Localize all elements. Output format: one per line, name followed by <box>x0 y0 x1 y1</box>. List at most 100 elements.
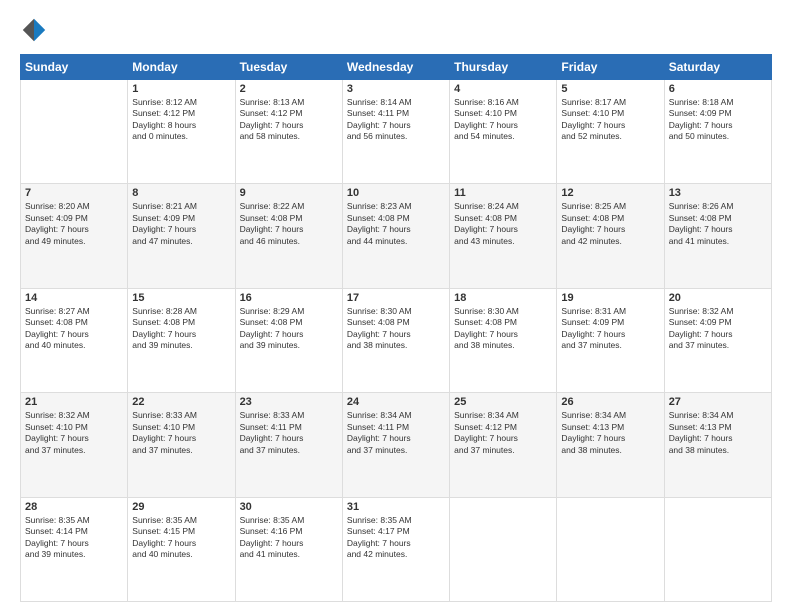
calendar-cell: 28 Sunrise: 8:35 AMSunset: 4:14 PMDayligh… <box>21 497 128 601</box>
logo-icon <box>20 16 48 44</box>
calendar-col-header: Sunday <box>21 55 128 80</box>
day-info: Sunrise: 8:32 AMSunset: 4:10 PMDaylight:… <box>25 410 123 456</box>
day-number: 2 <box>240 83 338 95</box>
day-info: Sunrise: 8:25 AMSunset: 4:08 PMDaylight:… <box>561 201 659 247</box>
day-number: 28 <box>25 501 123 513</box>
day-number: 22 <box>132 396 230 408</box>
day-info: Sunrise: 8:34 AMSunset: 4:13 PMDaylight:… <box>561 410 659 456</box>
day-number: 17 <box>347 292 445 304</box>
day-number: 7 <box>25 187 123 199</box>
day-info: Sunrise: 8:32 AMSunset: 4:09 PMDaylight:… <box>669 306 767 352</box>
calendar-header-row: SundayMondayTuesdayWednesdayThursdayFrid… <box>21 55 772 80</box>
calendar-cell: 4Sunrise: 8:16 AMSunset: 4:10 PMDaylight… <box>450 80 557 184</box>
calendar-cell: 27 Sunrise: 8:34 AMSunset: 4:13 PMDayligh… <box>664 393 771 497</box>
calendar-week-row: 21 Sunrise: 8:32 AMSunset: 4:10 PMDayligh… <box>21 393 772 497</box>
day-info: Sunrise: 8:33 AMSunset: 4:11 PMDaylight:… <box>240 410 338 456</box>
page: SundayMondayTuesdayWednesdayThursdayFrid… <box>0 0 792 612</box>
day-number: 4 <box>454 83 552 95</box>
day-number: 11 <box>454 187 552 199</box>
day-info: Sunrise: 8:31 AMSunset: 4:09 PMDaylight:… <box>561 306 659 352</box>
day-info: Sunrise: 8:34 AMSunset: 4:13 PMDaylight:… <box>669 410 767 456</box>
day-number: 12 <box>561 187 659 199</box>
calendar-cell: 25 Sunrise: 8:34 AMSunset: 4:12 PMDayligh… <box>450 393 557 497</box>
day-number: 30 <box>240 501 338 513</box>
day-info: Sunrise: 8:35 AMSunset: 4:16 PMDaylight:… <box>240 515 338 561</box>
calendar-cell: 20Sunrise: 8:32 AMSunset: 4:09 PMDayligh… <box>664 288 771 392</box>
calendar-cell: 15Sunrise: 8:28 AMSunset: 4:08 PMDayligh… <box>128 288 235 392</box>
day-info: Sunrise: 8:34 AMSunset: 4:12 PMDaylight:… <box>454 410 552 456</box>
calendar-cell: 16 Sunrise: 8:29 AMSunset: 4:08 PMDayligh… <box>235 288 342 392</box>
day-number: 29 <box>132 501 230 513</box>
calendar-cell: 12 Sunrise: 8:25 AMSunset: 4:08 PMDayligh… <box>557 184 664 288</box>
day-info: Sunrise: 8:13 AMSunset: 4:12 PMDaylight:… <box>240 97 338 143</box>
day-info: Sunrise: 8:30 AMSunset: 4:08 PMDaylight:… <box>454 306 552 352</box>
calendar-table: SundayMondayTuesdayWednesdayThursdayFrid… <box>20 54 772 602</box>
calendar-cell: 7 Sunrise: 8:20 AMSunset: 4:09 PMDaylight… <box>21 184 128 288</box>
calendar-cell: 2 Sunrise: 8:13 AMSunset: 4:12 PMDaylight… <box>235 80 342 184</box>
day-info: Sunrise: 8:18 AMSunset: 4:09 PMDaylight:… <box>669 97 767 143</box>
day-number: 21 <box>25 396 123 408</box>
day-info: Sunrise: 8:30 AMSunset: 4:08 PMDaylight:… <box>347 306 445 352</box>
day-info: Sunrise: 8:35 AMSunset: 4:17 PMDaylight:… <box>347 515 445 561</box>
day-number: 25 <box>454 396 552 408</box>
calendar-cell: 30 Sunrise: 8:35 AMSunset: 4:16 PMDayligh… <box>235 497 342 601</box>
day-number: 9 <box>240 187 338 199</box>
day-number: 5 <box>561 83 659 95</box>
day-info: Sunrise: 8:35 AMSunset: 4:15 PMDaylight:… <box>132 515 230 561</box>
day-number: 31 <box>347 501 445 513</box>
day-number: 3 <box>347 83 445 95</box>
calendar-week-row: 28 Sunrise: 8:35 AMSunset: 4:14 PMDayligh… <box>21 497 772 601</box>
day-info: Sunrise: 8:21 AMSunset: 4:09 PMDaylight:… <box>132 201 230 247</box>
calendar-cell: 3Sunrise: 8:14 AMSunset: 4:11 PMDaylight… <box>342 80 449 184</box>
day-info: Sunrise: 8:24 AMSunset: 4:08 PMDaylight:… <box>454 201 552 247</box>
calendar-cell <box>450 497 557 601</box>
calendar-cell <box>557 497 664 601</box>
calendar-col-header: Wednesday <box>342 55 449 80</box>
day-info: Sunrise: 8:20 AMSunset: 4:09 PMDaylight:… <box>25 201 123 247</box>
calendar-col-header: Friday <box>557 55 664 80</box>
calendar-cell: 29 Sunrise: 8:35 AMSunset: 4:15 PMDayligh… <box>128 497 235 601</box>
day-number: 6 <box>669 83 767 95</box>
calendar-col-header: Monday <box>128 55 235 80</box>
day-number: 14 <box>25 292 123 304</box>
calendar-cell: 18 Sunrise: 8:30 AMSunset: 4:08 PMDayligh… <box>450 288 557 392</box>
calendar-cell: 26 Sunrise: 8:34 AMSunset: 4:13 PMDayligh… <box>557 393 664 497</box>
calendar-cell: 6 Sunrise: 8:18 AMSunset: 4:09 PMDaylight… <box>664 80 771 184</box>
day-number: 18 <box>454 292 552 304</box>
day-info: Sunrise: 8:23 AMSunset: 4:08 PMDaylight:… <box>347 201 445 247</box>
calendar-cell: 8 Sunrise: 8:21 AMSunset: 4:09 PMDaylight… <box>128 184 235 288</box>
day-number: 13 <box>669 187 767 199</box>
calendar-cell: 24Sunrise: 8:34 AMSunset: 4:11 PMDayligh… <box>342 393 449 497</box>
day-number: 23 <box>240 396 338 408</box>
logo <box>20 16 52 44</box>
day-number: 26 <box>561 396 659 408</box>
day-number: 16 <box>240 292 338 304</box>
calendar-week-row: 14 Sunrise: 8:27 AMSunset: 4:08 PMDayligh… <box>21 288 772 392</box>
day-info: Sunrise: 8:29 AMSunset: 4:08 PMDaylight:… <box>240 306 338 352</box>
calendar-cell: 5Sunrise: 8:17 AMSunset: 4:10 PMDaylight… <box>557 80 664 184</box>
calendar-cell: 21 Sunrise: 8:32 AMSunset: 4:10 PMDayligh… <box>21 393 128 497</box>
calendar-cell: 19Sunrise: 8:31 AMSunset: 4:09 PMDayligh… <box>557 288 664 392</box>
calendar-col-header: Thursday <box>450 55 557 80</box>
day-info: Sunrise: 8:12 AMSunset: 4:12 PMDaylight:… <box>132 97 230 143</box>
calendar-cell: 13 Sunrise: 8:26 AMSunset: 4:08 PMDayligh… <box>664 184 771 288</box>
calendar-cell: 14 Sunrise: 8:27 AMSunset: 4:08 PMDayligh… <box>21 288 128 392</box>
calendar-cell: 31 Sunrise: 8:35 AMSunset: 4:17 PMDayligh… <box>342 497 449 601</box>
calendar-cell <box>664 497 771 601</box>
calendar-cell: 1Sunrise: 8:12 AMSunset: 4:12 PMDaylight… <box>128 80 235 184</box>
calendar-cell: 17 Sunrise: 8:30 AMSunset: 4:08 PMDayligh… <box>342 288 449 392</box>
calendar-cell: 11 Sunrise: 8:24 AMSunset: 4:08 PMDayligh… <box>450 184 557 288</box>
calendar-col-header: Saturday <box>664 55 771 80</box>
day-info: Sunrise: 8:26 AMSunset: 4:08 PMDaylight:… <box>669 201 767 247</box>
day-number: 27 <box>669 396 767 408</box>
calendar-cell: 10 Sunrise: 8:23 AMSunset: 4:08 PMDayligh… <box>342 184 449 288</box>
day-number: 10 <box>347 187 445 199</box>
calendar-week-row: 7 Sunrise: 8:20 AMSunset: 4:09 PMDaylight… <box>21 184 772 288</box>
day-number: 8 <box>132 187 230 199</box>
calendar-cell: 9Sunrise: 8:22 AMSunset: 4:08 PMDaylight… <box>235 184 342 288</box>
calendar-cell <box>21 80 128 184</box>
header <box>20 16 772 44</box>
calendar-cell: 23 Sunrise: 8:33 AMSunset: 4:11 PMDayligh… <box>235 393 342 497</box>
day-info: Sunrise: 8:27 AMSunset: 4:08 PMDaylight:… <box>25 306 123 352</box>
day-info: Sunrise: 8:35 AMSunset: 4:14 PMDaylight:… <box>25 515 123 561</box>
